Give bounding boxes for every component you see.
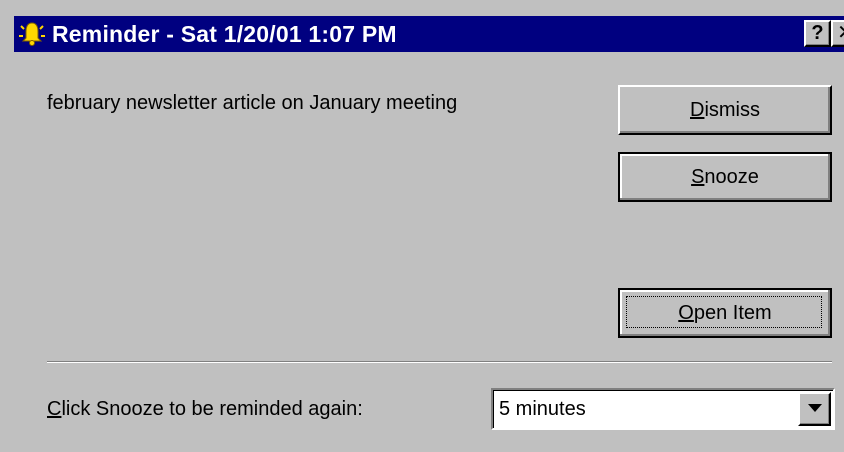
dismiss-label: ismiss — [704, 98, 760, 121]
help-button[interactable]: ? — [804, 20, 831, 47]
bell-icon — [18, 20, 46, 48]
snooze-prompt-text: lick Snooze to be reminded again: — [61, 398, 363, 420]
title-bar[interactable]: Reminder - Sat 1/20/01 1:07 PM ? ✕ — [14, 16, 844, 52]
reminder-subject: february newsletter article on January m… — [47, 92, 458, 114]
dropdown-button[interactable] — [798, 392, 831, 426]
dismiss-mnemonic: D — [690, 98, 705, 121]
snooze-duration-select[interactable]: 5 minutes — [491, 388, 835, 430]
separator — [47, 361, 832, 363]
open-item-button[interactable]: Open Item — [618, 288, 832, 338]
window-title: Reminder - Sat 1/20/01 1:07 PM — [52, 21, 397, 47]
dismiss-button[interactable]: Dismiss — [618, 85, 832, 135]
focus-rectangle — [626, 296, 822, 328]
snooze-mnemonic: S — [691, 165, 705, 188]
reminder-window: Reminder - Sat 1/20/01 1:07 PM ? ✕ febru… — [0, 0, 844, 452]
chevron-down-icon — [808, 404, 822, 412]
snooze-prompt-mnemonic: C — [47, 398, 62, 420]
snooze-duration-value: 5 minutes — [499, 398, 586, 420]
help-icon: ? — [811, 22, 824, 44]
snooze-prompt: Click Snooze to be reminded again: — [47, 397, 363, 421]
close-icon: ✕ — [837, 22, 844, 44]
snooze-button[interactable]: Snooze — [618, 152, 832, 202]
close-button[interactable]: ✕ — [831, 20, 844, 47]
snooze-label: nooze — [704, 165, 759, 188]
